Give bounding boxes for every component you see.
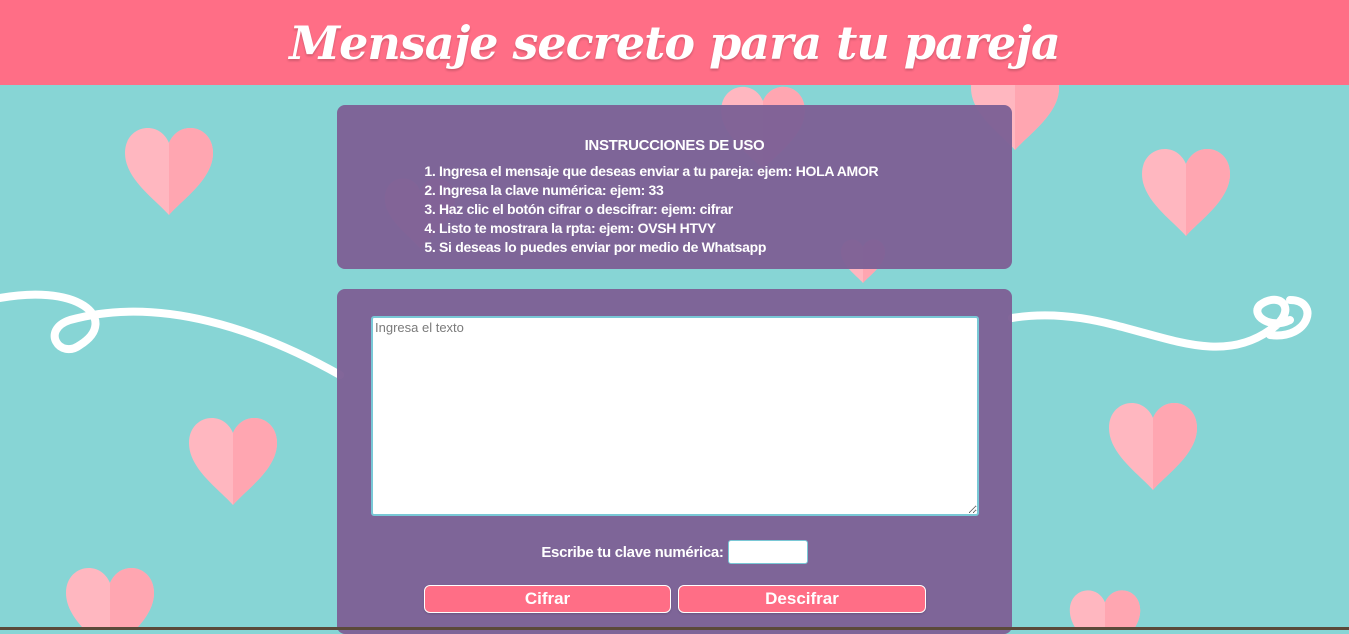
page-title: Mensaje secreto para tu pareja	[289, 15, 1061, 70]
key-row: Escribe tu clave numérica:	[337, 540, 1012, 564]
instruction-step: Si deseas lo puedes enviar por medio de …	[439, 238, 878, 257]
heart-icon	[125, 128, 213, 215]
heart-icon	[1142, 149, 1230, 236]
instruction-step: Ingresa el mensaje que deseas enviar a t…	[439, 162, 879, 181]
heart-icon	[66, 568, 154, 630]
heart-icon	[1109, 403, 1197, 490]
instructions-panel: INSTRUCCIONES DE USO Ingresa el mensaje …	[337, 105, 1012, 269]
swirl-decoration	[0, 290, 344, 379]
instructions-list: Ingresa el mensaje que deseas enviar a t…	[423, 162, 879, 257]
swirl-decoration	[1008, 295, 1294, 351]
cifrar-button[interactable]: Cifrar	[424, 585, 671, 613]
app-header: Mensaje secreto para tu pareja	[0, 0, 1349, 85]
instruction-step: Ingresa la clave numérica: ejem: 33	[439, 181, 878, 200]
heart-icon	[1069, 590, 1141, 630]
instruction-step: Haz clic el botón cifrar o descifrar: ej…	[439, 200, 878, 219]
instructions-title: INSTRUCCIONES DE USO	[584, 137, 765, 154]
descifrar-button[interactable]: Descifrar	[678, 585, 926, 613]
message-textarea[interactable]	[371, 316, 979, 516]
cipher-form: Escribe tu clave numérica: Cifrar Descif…	[337, 289, 1012, 634]
key-label: Escribe tu clave numérica:	[541, 543, 724, 561]
key-input[interactable]	[727, 540, 808, 564]
heart-icon	[189, 418, 277, 505]
instruction-step: Listo te mostrara la rpta: ejem: OVSH HT…	[439, 219, 878, 238]
